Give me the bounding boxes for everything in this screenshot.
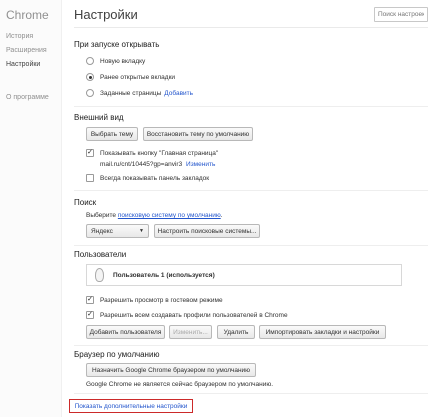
checkbox-icon[interactable] (86, 174, 94, 182)
allow-profiles-label: Разрешить всем создавать профили пользов… (100, 311, 288, 319)
delete-user-button[interactable]: Удалить (217, 325, 255, 339)
user-profile-list[interactable]: Пользователь 1 (используется) (86, 264, 402, 286)
startup-section-title: При запуске открывать (74, 40, 160, 49)
header-divider (74, 27, 428, 28)
checkbox-checked-icon[interactable]: ✓ (86, 311, 94, 319)
startup-option-new-tab[interactable]: Новую вкладку (86, 57, 145, 65)
settings-main: Настройки При запуске открывать Новую вк… (62, 0, 434, 417)
manage-search-engines-button[interactable]: Настроить поисковые системы... (154, 224, 260, 238)
add-user-button[interactable]: Добавить пользователя (86, 325, 165, 339)
checkbox-checked-icon[interactable]: ✓ (86, 296, 94, 304)
home-url: mail.ru/cnt/10445?gp=anvir3 (100, 161, 183, 168)
show-home-button-option[interactable]: ✓ Показывать кнопку "Главная страница" (86, 149, 218, 157)
startup-option-specific-pages[interactable]: Заданные страницы Добавить (86, 89, 193, 97)
search-settings-input[interactable] (374, 7, 428, 22)
section-divider (74, 190, 428, 191)
checkbox-checked-icon[interactable]: ✓ (86, 149, 94, 157)
section-divider (74, 393, 428, 394)
startup-option-label: Заданные страницы (100, 89, 162, 97)
section-divider (74, 106, 428, 107)
show-bookmarks-label: Всегда показывать панель закладок (100, 174, 210, 182)
home-url-line: mail.ru/cnt/10445?gp=anvir3 Изменить (100, 161, 215, 168)
reset-theme-button[interactable]: Восстановить тему по умолчанию (143, 127, 253, 141)
sidebar-item-settings[interactable]: Настройки (6, 61, 40, 68)
appearance-section-title: Внешний вид (74, 113, 124, 122)
search-text-before: Выберите (86, 212, 117, 219)
change-home-link[interactable]: Изменить (186, 161, 215, 168)
radio-icon[interactable] (86, 89, 94, 97)
user-avatar-icon (95, 268, 104, 282)
users-section-title: Пользователи (74, 250, 127, 259)
default-browser-status: Google Chrome не является сейчас браузер… (86, 381, 274, 388)
show-bookmarks-bar-option[interactable]: Всегда показывать панель закладок (86, 174, 209, 182)
search-engine-value: Яндекс (91, 227, 113, 235)
make-default-browser-button[interactable]: Назначить Google Chrome браузером по умо… (86, 363, 256, 377)
startup-option-restore-tabs[interactable]: Ранее открытые вкладки (86, 73, 175, 81)
section-divider (74, 345, 428, 346)
default-search-engine-link[interactable]: поисковую систему по умолчанию (118, 212, 221, 219)
sidebar-item-extensions[interactable]: Расширения (6, 47, 47, 54)
page-title: Настройки (74, 7, 138, 22)
dropdown-arrow-icon: ▼ (139, 228, 144, 234)
allow-profiles-option[interactable]: ✓ Разрешить всем создавать профили польз… (86, 311, 288, 319)
show-advanced-settings-link[interactable]: Показать дополнительные настройки (69, 399, 193, 413)
default-browser-section-title: Браузер по умолчанию (74, 350, 160, 359)
import-bookmarks-button[interactable]: Импортировать закладки и настройки (259, 325, 386, 339)
current-user-label: Пользователь 1 (используется) (113, 272, 215, 279)
edit-user-button[interactable]: Изменить... (169, 325, 212, 339)
sidebar-item-about[interactable]: О программе (6, 94, 49, 101)
brand-title: Chrome (6, 8, 49, 22)
sidebar-item-history[interactable]: История (6, 33, 33, 40)
show-home-label: Показывать кнопку "Главная страница" (100, 149, 219, 157)
search-text-after: . (220, 212, 223, 219)
guest-mode-option[interactable]: ✓ Разрешить просмотр в гостевом режиме (86, 296, 223, 304)
section-divider (74, 245, 428, 246)
radio-icon[interactable] (86, 57, 94, 65)
search-engine-select[interactable]: Яндекс ▼ (86, 224, 149, 238)
add-pages-link[interactable]: Добавить (164, 90, 193, 97)
choose-theme-button[interactable]: Выбрать тему (86, 127, 138, 141)
show-advanced-settings-label[interactable]: Показать дополнительные настройки (75, 403, 188, 410)
guest-mode-label: Разрешить просмотр в гостевом режиме (100, 296, 223, 304)
radio-selected-icon[interactable] (86, 73, 94, 81)
search-section-title: Поиск (74, 198, 97, 207)
startup-option-label: Ранее открытые вкладки (100, 73, 176, 81)
sidebar: Chrome История Расширения Настройки О пр… (0, 0, 62, 417)
startup-option-label: Новую вкладку (100, 57, 146, 65)
search-engine-description: Выберите поисковую систему по умолчанию. (86, 212, 223, 219)
